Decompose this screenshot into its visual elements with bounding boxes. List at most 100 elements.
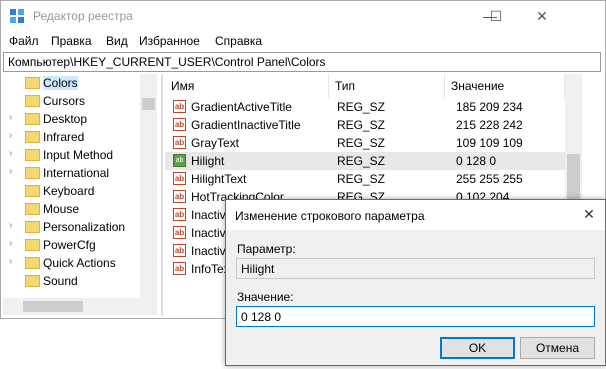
tree-item[interactable]: Colors (3, 74, 143, 92)
value-type: REG_SZ (337, 136, 386, 150)
value-data: 185 209 234 (456, 100, 523, 114)
string-value-icon: ab (173, 262, 186, 275)
value-data: 0 128 0 (456, 154, 497, 168)
expand-arrow-icon[interactable]: › (9, 166, 12, 177)
tree-vertical-scrollbar[interactable] (140, 74, 157, 298)
folder-icon (25, 113, 40, 125)
tree-horizontal-scrollbar[interactable] (3, 298, 157, 315)
tree-item[interactable]: › PowerCfg (3, 236, 143, 254)
column-name-header[interactable]: Имя (165, 74, 329, 98)
table-row[interactable]: ab GradientInactiveTitle REG_SZ 215 228 242 (165, 116, 565, 134)
registry-editor-icon (10, 9, 24, 23)
folder-icon (25, 95, 40, 107)
value-data: 215 228 242 (456, 118, 523, 132)
value-label: Значение: (237, 290, 294, 304)
string-value-icon: ab (173, 244, 186, 257)
tree-item-label: Keyboard (43, 184, 95, 198)
tree-item-label: International (43, 166, 110, 180)
dialog-close-button[interactable]: ✕ (579, 206, 599, 224)
tree-item-label: Sound (43, 274, 78, 288)
menu-favorites[interactable]: Избранное (139, 34, 200, 48)
expand-arrow-icon[interactable]: › (9, 148, 12, 159)
column-type-header[interactable]: Тип (329, 74, 445, 98)
tree-item[interactable]: Sound (3, 272, 143, 290)
parameter-label: Параметр: (237, 242, 296, 256)
folder-icon (25, 203, 40, 215)
value-name: GradientInactiveTitle (191, 118, 301, 132)
window-title: Редактор реестра (33, 9, 133, 23)
expand-arrow-icon[interactable]: › (9, 238, 12, 249)
pane-splitter[interactable] (161, 74, 163, 316)
tree-item[interactable]: › Infrared (3, 128, 143, 146)
parameter-name-field: Hilight (236, 258, 595, 279)
value-type: REG_SZ (337, 100, 386, 114)
expand-arrow-icon[interactable]: › (9, 130, 12, 141)
dialog-title-bar[interactable]: Изменение строкового параметра ✕ (226, 200, 605, 230)
tree-item[interactable]: › Personalization (3, 218, 143, 236)
maximize-button[interactable]: ☐ (473, 1, 519, 31)
tree-item-label: Colors (43, 76, 78, 90)
menu-view[interactable]: Вид (106, 34, 128, 48)
cancel-button[interactable]: Отмена (520, 337, 595, 359)
title-bar[interactable]: Редактор реестра — ☐ ✕ (1, 1, 605, 31)
tree-item[interactable]: Mouse (3, 200, 143, 218)
value-input[interactable]: 0 128 0 (236, 306, 595, 327)
tree-item[interactable]: Keyboard (3, 182, 143, 200)
address-bar[interactable]: Компьютер\HKEY_CURRENT_USER\Control Pane… (3, 52, 601, 72)
menu-help[interactable]: Справка (215, 34, 262, 48)
tree-item-label: Mouse (43, 202, 80, 216)
tree-item[interactable]: › Quick Actions (3, 254, 143, 272)
close-button[interactable]: ✕ (519, 1, 565, 31)
value-name: Hilight (191, 154, 225, 168)
tree-item-label: Cursors (43, 94, 86, 108)
folder-icon (25, 239, 40, 251)
tree-item[interactable]: › Desktop (3, 110, 143, 128)
folder-icon (25, 185, 40, 197)
string-value-icon: ab (173, 118, 186, 131)
tree-item-label: Personalization (43, 220, 126, 234)
folder-icon (25, 257, 40, 269)
tree-item-label: Quick Actions (43, 256, 116, 270)
table-row[interactable]: ab Hilight REG_SZ 0 128 0 (165, 152, 565, 170)
ok-button[interactable]: OK (440, 337, 515, 359)
tree-item-label: Desktop (43, 112, 88, 126)
string-value-icon: ab (173, 190, 186, 203)
value-data: 255 255 255 (456, 172, 523, 186)
table-row[interactable]: ab GradientActiveTitle REG_SZ 185 209 234 (165, 98, 565, 116)
expand-arrow-icon[interactable]: › (9, 256, 12, 267)
address-path: Компьютер\HKEY_CURRENT_USER\Control Pane… (8, 55, 326, 69)
string-value-icon: ab (173, 208, 186, 221)
folder-icon (25, 275, 40, 287)
folder-icon (25, 77, 40, 89)
dialog-title: Изменение строкового параметра (235, 209, 425, 223)
value-type: REG_SZ (337, 154, 386, 168)
folder-icon (25, 167, 40, 179)
tree-hscroll-thumb[interactable] (23, 301, 83, 312)
value-name: HilightText (191, 172, 247, 186)
value-type: REG_SZ (337, 172, 386, 186)
tree-item[interactable]: › International (3, 164, 143, 182)
tree-scroll-thumb[interactable] (142, 98, 155, 110)
table-row[interactable]: ab GrayText REG_SZ 109 109 109 (165, 134, 565, 152)
menu-file[interactable]: Файл (9, 34, 39, 48)
close-icon: ✕ (536, 7, 548, 24)
tree-item[interactable]: › Input Method (3, 146, 143, 164)
tree-item[interactable]: Cursors (3, 92, 143, 110)
value-type: REG_SZ (337, 118, 386, 132)
table-row[interactable]: ab HilightText REG_SZ 255 255 255 (165, 170, 565, 188)
tree-item-label: PowerCfg (43, 238, 96, 252)
folder-icon (25, 131, 40, 143)
expand-arrow-icon[interactable]: › (9, 112, 12, 123)
key-tree: Colors Cursors › Desktop › Infrared › Input Met… (3, 74, 157, 296)
string-value-icon: ab (173, 172, 186, 185)
column-value-header[interactable]: Значение (445, 74, 565, 98)
value-data: 109 109 109 (456, 136, 523, 150)
expand-arrow-icon[interactable]: › (9, 220, 12, 231)
string-value-icon: ab (173, 100, 186, 113)
tree-item-label: Input Method (43, 148, 114, 162)
value-name: GradientActiveTitle (191, 100, 292, 114)
menu-edit[interactable]: Правка (51, 34, 92, 48)
folder-icon (25, 221, 40, 233)
binary-value-icon: ab (173, 154, 186, 167)
close-icon: ✕ (583, 206, 595, 222)
